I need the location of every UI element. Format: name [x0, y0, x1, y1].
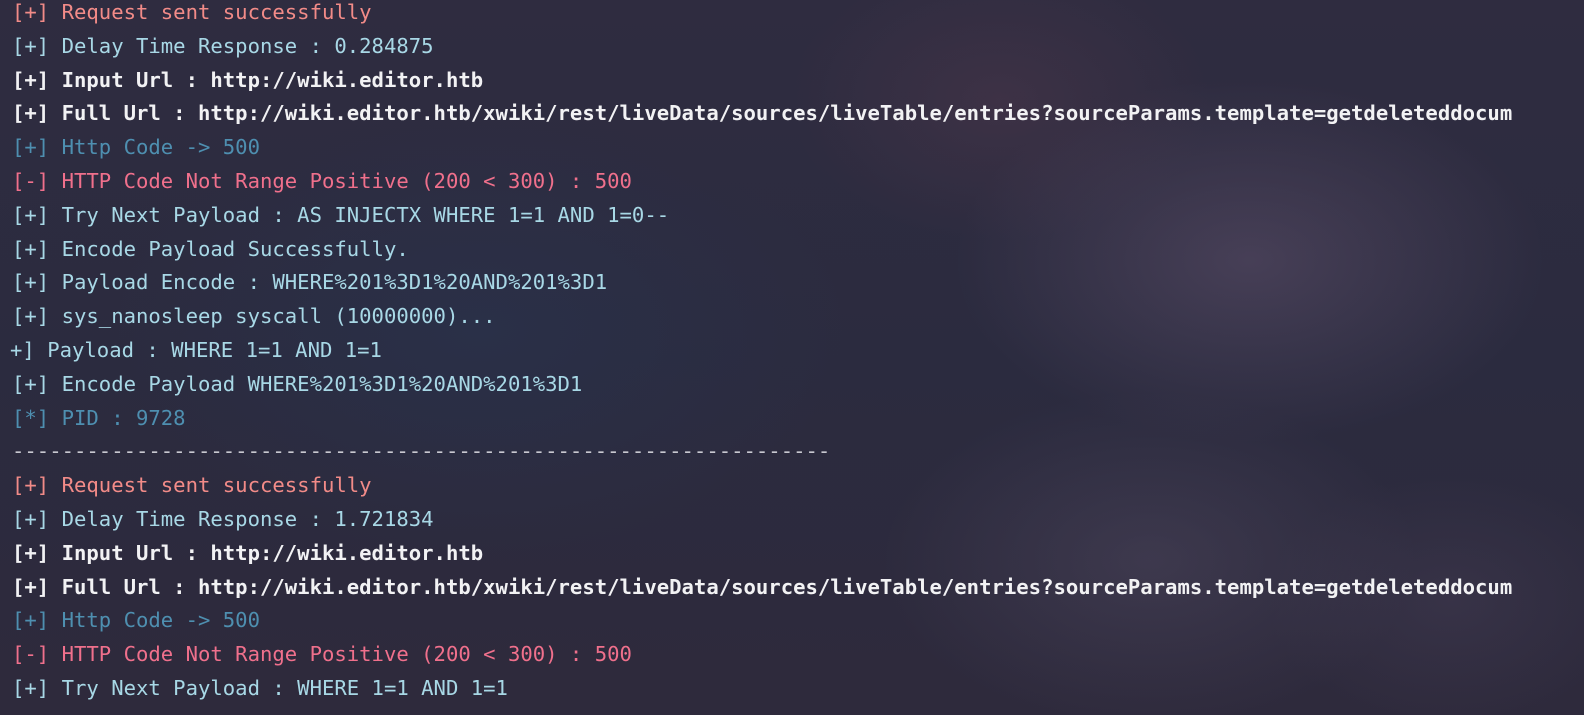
- log-line-input-url: [+] Input Url : http://wiki.editor.htb: [12, 67, 484, 92]
- log-line-nanosleep: [+] sys_nanosleep syscall (10000000)...: [12, 304, 496, 329]
- log-line-request-sent: [+] Request sent successfully: [12, 0, 372, 24]
- log-separator: ----------------------------------------…: [12, 439, 831, 464]
- log-line-http-error: [-] HTTP Code Not Range Positive (200 < …: [12, 642, 632, 667]
- log-line-next-payload: [+] Try Next Payload : AS INJECTX WHERE …: [12, 202, 670, 227]
- log-line-payload: +] Payload : WHERE 1=1 AND 1=1: [10, 337, 382, 362]
- terminal-output: [+] Request sent successfully [+] Delay …: [10, 0, 1584, 706]
- log-line-http-code: [+] Http Code -> 500: [12, 135, 260, 160]
- log-line-full-url: [+] Full Url : http://wiki.editor.htb/xw…: [12, 574, 1513, 599]
- log-line-pid: [*] PID : 9728: [12, 405, 186, 430]
- log-line-request-sent: [+] Request sent successfully: [12, 473, 372, 498]
- terminal-window[interactable]: [+] Request sent successfully [+] Delay …: [0, 0, 1584, 715]
- log-line-delay-time: [+] Delay Time Response : 1.721834: [12, 506, 434, 531]
- log-line-delay-time: [+] Delay Time Response : 0.284875: [12, 33, 434, 58]
- log-line-input-url: [+] Input Url : http://wiki.editor.htb: [12, 540, 484, 565]
- log-line-full-url: [+] Full Url : http://wiki.editor.htb/xw…: [12, 101, 1513, 126]
- log-line-payload-encode: [+] Payload Encode : WHERE%201%3D1%20AND…: [12, 270, 608, 295]
- log-line-encode-success: [+] Encode Payload Successfully.: [12, 236, 409, 261]
- log-line-http-error: [-] HTTP Code Not Range Positive (200 < …: [12, 168, 632, 193]
- log-line-next-payload: [+] Try Next Payload : WHERE 1=1 AND 1=1: [12, 675, 508, 700]
- log-line-http-code: [+] Http Code -> 500: [12, 608, 260, 633]
- log-line-encode-payload: [+] Encode Payload WHERE%201%3D1%20AND%2…: [12, 371, 583, 396]
